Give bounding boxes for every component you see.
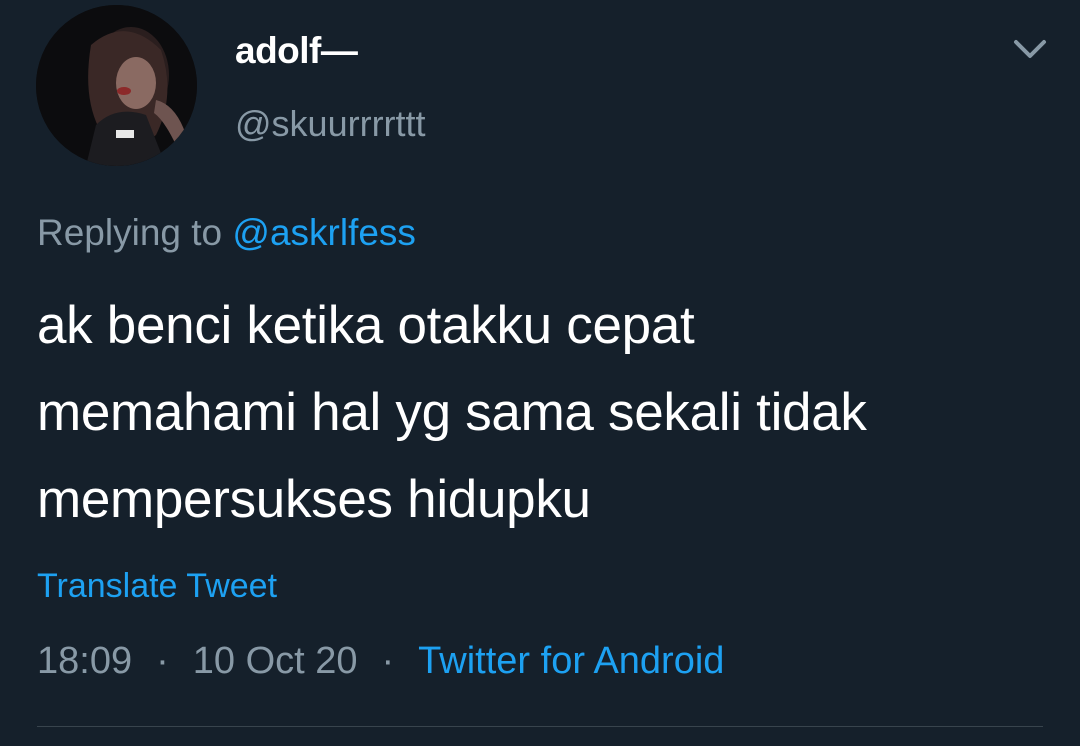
reply-mention-link[interactable]: @askrlfess xyxy=(232,212,416,253)
tweet-time[interactable]: 18:09 xyxy=(37,640,132,683)
meta-separator: · xyxy=(381,640,395,682)
divider xyxy=(37,726,1043,727)
avatar-photo xyxy=(36,5,197,166)
tweet-text: ak benci ketika otakku cepat memahami ha… xyxy=(37,282,1047,543)
tweet-text-line: mempersukses hidupku xyxy=(37,470,591,529)
tweet-text-line: memahami hal yg sama sekali tidak xyxy=(37,383,867,442)
chevron-down-icon[interactable] xyxy=(1010,32,1050,64)
tweet-text-line: ak benci ketika otakku cepat xyxy=(37,296,695,355)
tweet-source-link[interactable]: Twitter for Android xyxy=(418,640,724,683)
display-name[interactable]: adolf— xyxy=(235,30,358,72)
avatar[interactable] xyxy=(36,5,197,166)
tweet-meta: 18:09 · 10 Oct 20 · Twitter for Android xyxy=(37,640,724,683)
replying-to: Replying to @askrlfess xyxy=(37,212,416,254)
replying-prefix: Replying to xyxy=(37,212,233,253)
meta-separator: · xyxy=(156,640,169,682)
tweet-date[interactable]: 10 Oct 20 xyxy=(193,640,358,683)
user-handle[interactable]: @skuurrrrttt xyxy=(235,103,426,145)
translate-tweet-link[interactable]: Translate Tweet xyxy=(37,567,277,606)
